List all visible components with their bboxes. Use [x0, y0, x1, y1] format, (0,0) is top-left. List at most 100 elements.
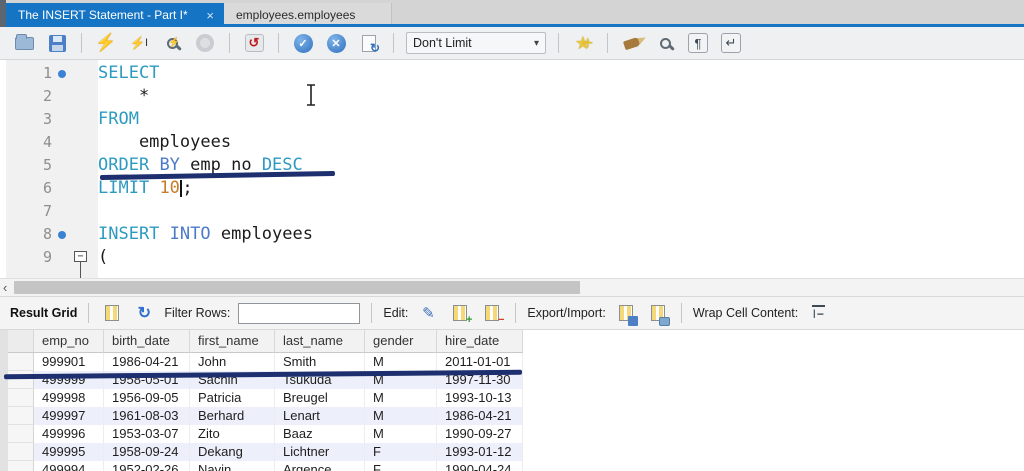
wrap-text-icon[interactable]: ↵ — [719, 31, 743, 55]
grid-cell[interactable]: 1990-09-27 — [437, 425, 523, 443]
row-selector[interactable] — [8, 407, 34, 425]
column-header-first_name[interactable]: first_name — [190, 330, 275, 353]
explain-icon[interactable]: ⚡ — [160, 31, 184, 55]
grid-cell[interactable]: 1953-03-07 — [104, 425, 190, 443]
grid-cell[interactable]: 499998 — [34, 389, 104, 407]
row-selector[interactable] — [8, 461, 34, 471]
open-file-icon[interactable] — [12, 31, 36, 55]
grid-cell[interactable]: Argence — [275, 461, 365, 471]
column-header-hire_date[interactable]: hire_date — [437, 330, 523, 353]
grid-cell[interactable]: F — [365, 461, 437, 471]
grid-cell[interactable]: Baaz — [275, 425, 365, 443]
editor-tab-bar: The INSERT Statement - Part I* × employe… — [0, 0, 1024, 27]
grid-cell[interactable]: 1986-04-21 — [104, 353, 190, 371]
scroll-left-icon[interactable]: ‹ — [3, 279, 7, 297]
line-number: 9 — [0, 246, 52, 269]
execute-icon[interactable]: ⚡ — [94, 31, 118, 55]
grid-cell[interactable]: Breugel — [275, 389, 365, 407]
grid-cell[interactable]: 1986-04-21 — [437, 407, 523, 425]
grid-cell[interactable]: 499994 — [34, 461, 104, 471]
grid-cell[interactable]: 1990-04-24 — [437, 461, 523, 471]
code-line[interactable]: 4 employees — [0, 131, 1024, 154]
scrollbar-thumb[interactable] — [14, 281, 580, 294]
column-header-emp_no[interactable]: emp_no — [34, 330, 104, 353]
grid-cell[interactable]: Patricia — [190, 389, 275, 407]
row-selector[interactable] — [8, 443, 34, 461]
editor-horizontal-scrollbar[interactable]: ‹ — [0, 278, 1024, 296]
grid-cell[interactable]: 1952-02-26 — [104, 461, 190, 471]
toggle-autocommit-icon[interactable]: ↻ — [357, 31, 381, 55]
grid-cell[interactable]: F — [365, 443, 437, 461]
delete-row-icon[interactable]: − — [480, 301, 504, 325]
filter-rows-input[interactable] — [238, 303, 360, 324]
row-limit-dropdown[interactable]: Don't Limit ▾ — [406, 32, 546, 54]
grid-cell[interactable]: Lichtner — [275, 443, 365, 461]
table-row[interactable]: 4999961953-03-07ZitoBaazM1990-09-27 — [8, 425, 523, 443]
grid-cell[interactable]: 1993-01-12 — [437, 443, 523, 461]
grid-cell[interactable]: 1958-09-24 — [104, 443, 190, 461]
grid-cell[interactable]: Smith — [275, 353, 365, 371]
beautify-icon[interactable] — [620, 31, 644, 55]
execute-current-icon[interactable]: ⚡I — [127, 31, 151, 55]
grid-cell[interactable]: 499997 — [34, 407, 104, 425]
statement-marker — [52, 246, 72, 269]
wrap-cell-content-label: Wrap Cell Content: — [693, 306, 798, 320]
close-icon[interactable]: × — [206, 8, 214, 23]
import-records-icon[interactable] — [646, 301, 670, 325]
grid-cell[interactable]: 1956-09-05 — [104, 389, 190, 407]
table-row[interactable]: 9999011986-04-21JohnSmithM2011-01-01 — [8, 353, 523, 371]
tab-employees-table[interactable]: employees.employees — [224, 3, 392, 27]
refresh-icon[interactable]: ↻ — [132, 301, 156, 325]
row-selector[interactable] — [8, 389, 34, 407]
grid-cell[interactable]: M — [365, 425, 437, 443]
commit-icon[interactable]: ✓ — [291, 31, 315, 55]
fold-marker-icon[interactable]: − — [74, 251, 87, 262]
code-line[interactable]: 7 — [0, 200, 1024, 223]
column-header-gender[interactable]: gender — [365, 330, 437, 353]
save-icon[interactable] — [45, 31, 69, 55]
grid-cell[interactable]: Navin — [190, 461, 275, 471]
code-line[interactable]: 9−( — [0, 246, 1024, 269]
code-line[interactable]: 1SELECT — [0, 62, 1024, 85]
wrap-cell-content-icon[interactable]: − — [806, 301, 830, 325]
find-icon[interactable] — [653, 31, 677, 55]
grid-cell[interactable]: Dekang — [190, 443, 275, 461]
table-row[interactable]: 4999981956-09-05PatriciaBreugelM1993-10-… — [8, 389, 523, 407]
row-selector[interactable] — [8, 353, 34, 371]
grid-cell[interactable]: 499996 — [34, 425, 104, 443]
grid-cell[interactable]: M — [365, 389, 437, 407]
table-row[interactable]: 4999941952-02-26NavinArgenceF1990-04-24 — [8, 461, 523, 471]
show-invisibles-icon[interactable]: ¶ — [686, 31, 710, 55]
code-line[interactable]: 8INSERT INTO employees — [0, 223, 1024, 246]
code-line[interactable]: 2 * — [0, 85, 1024, 108]
code-line[interactable]: 3FROM — [0, 108, 1024, 131]
rollback-icon[interactable]: ✕ — [324, 31, 348, 55]
column-header-birth_date[interactable]: birth_date — [104, 330, 190, 353]
grid-cell[interactable]: 1993-10-13 — [437, 389, 523, 407]
row-selector[interactable] — [8, 425, 34, 443]
grid-cell[interactable]: 2011-01-01 — [437, 353, 523, 371]
insert-row-icon[interactable]: + — [448, 301, 472, 325]
grid-left-strip — [0, 330, 8, 471]
edit-record-icon[interactable]: ✎ — [416, 301, 440, 325]
grid-cell[interactable]: M — [365, 407, 437, 425]
save-snippet-icon[interactable]: ★+ — [571, 31, 595, 55]
export-recordset-icon[interactable] — [614, 301, 638, 325]
grid-cell[interactable]: 499995 — [34, 443, 104, 461]
grid-cell[interactable]: Zito — [190, 425, 275, 443]
grid-cell[interactable]: 999901 — [34, 353, 104, 371]
sql-code-editor[interactable]: 1SELECT2 *3FROM4 employees5ORDER BY emp_… — [0, 60, 1024, 278]
grid-cell[interactable]: 1961-08-03 — [104, 407, 190, 425]
toggle-stop-on-error-icon[interactable]: ↺ — [242, 31, 266, 55]
toolbar-separator — [81, 33, 82, 53]
code-line[interactable]: 6LIMIT 10; — [0, 177, 1024, 200]
tab-insert-statement[interactable]: The INSERT Statement - Part I* × — [6, 3, 224, 27]
grid-cell[interactable]: M — [365, 353, 437, 371]
grid-cell[interactable]: John — [190, 353, 275, 371]
table-row[interactable]: 4999951958-09-24DekangLichtnerF1993-01-1… — [8, 443, 523, 461]
table-row[interactable]: 4999971961-08-03BerhardLenartM1986-04-21 — [8, 407, 523, 425]
grid-cell[interactable]: Lenart — [275, 407, 365, 425]
column-header-last_name[interactable]: last_name — [275, 330, 365, 353]
grid-view-icon[interactable] — [100, 301, 124, 325]
grid-cell[interactable]: Berhard — [190, 407, 275, 425]
